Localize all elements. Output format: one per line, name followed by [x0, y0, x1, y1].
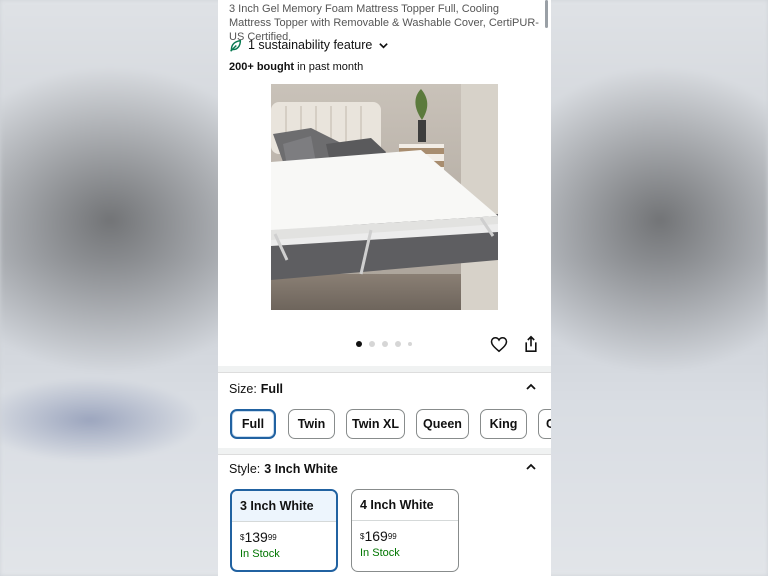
product-image[interactable]	[271, 84, 498, 310]
size-option-full[interactable]: Full	[230, 409, 276, 439]
bought-count: 200+ bought	[229, 61, 295, 73]
divider	[218, 454, 551, 455]
size-option-king[interactable]: King	[480, 409, 527, 439]
price-dollars: 139	[244, 529, 268, 545]
sustainability-label: 1 sustainability feature	[248, 38, 373, 52]
size-option-twin[interactable]: Twin	[288, 409, 335, 439]
price-cents: 99	[387, 532, 397, 541]
size-selected-value: Full	[260, 382, 284, 396]
size-option-twin-xl[interactable]: Twin XL	[346, 409, 405, 439]
leaf-icon	[229, 39, 242, 52]
scrollbar[interactable]	[545, 0, 548, 28]
price-cents: 99	[267, 533, 277, 542]
style-option-price: $13999	[240, 530, 336, 544]
price-dollars: 169	[364, 528, 388, 544]
carousel-dot[interactable]	[382, 341, 388, 347]
price-currency: $	[360, 532, 365, 541]
heart-icon[interactable]	[490, 336, 508, 358]
style-label-text: Style:	[229, 462, 261, 476]
style-option-price: $16999	[360, 529, 458, 543]
size-label: Size: Full	[229, 382, 283, 396]
bought-suffix: in past month	[294, 61, 364, 73]
chevron-up-icon[interactable]	[525, 380, 537, 398]
chevron-down-icon	[378, 40, 389, 51]
style-option-4-inch-white[interactable]: 4 Inch White $16999 In Stock	[351, 489, 459, 572]
share-icon[interactable]	[523, 335, 539, 358]
bought-in-past-month: 200+ bought in past month	[229, 61, 363, 73]
style-option-3-inch-white[interactable]: 3 Inch White $13999 In Stock	[230, 489, 338, 572]
carousel-dot[interactable]	[408, 342, 412, 346]
product-panel: 3 Inch Gel Memory Foam Mattress Topper F…	[218, 0, 551, 576]
carousel-dot[interactable]	[356, 341, 362, 347]
chevron-up-icon[interactable]	[525, 460, 537, 478]
size-option-queen[interactable]: Queen	[416, 409, 469, 439]
sustainability-feature-link[interactable]: 1 sustainability feature	[229, 38, 389, 52]
style-selected-value: 3 Inch White	[264, 462, 338, 476]
stock-status: In Stock	[360, 547, 400, 559]
image-carousel-dots[interactable]	[356, 341, 412, 347]
size-option-more[interactable]: C	[538, 409, 551, 439]
carousel-dot[interactable]	[395, 341, 401, 347]
stock-status: In Stock	[240, 548, 280, 560]
style-option-name: 4 Inch White	[352, 490, 458, 521]
style-option-name: 3 Inch White	[232, 491, 336, 522]
size-label-text: Size:	[229, 382, 257, 396]
price-currency: $	[240, 533, 245, 542]
carousel-dot[interactable]	[369, 341, 375, 347]
divider	[218, 372, 551, 373]
style-label: Style: 3 Inch White	[229, 462, 338, 476]
